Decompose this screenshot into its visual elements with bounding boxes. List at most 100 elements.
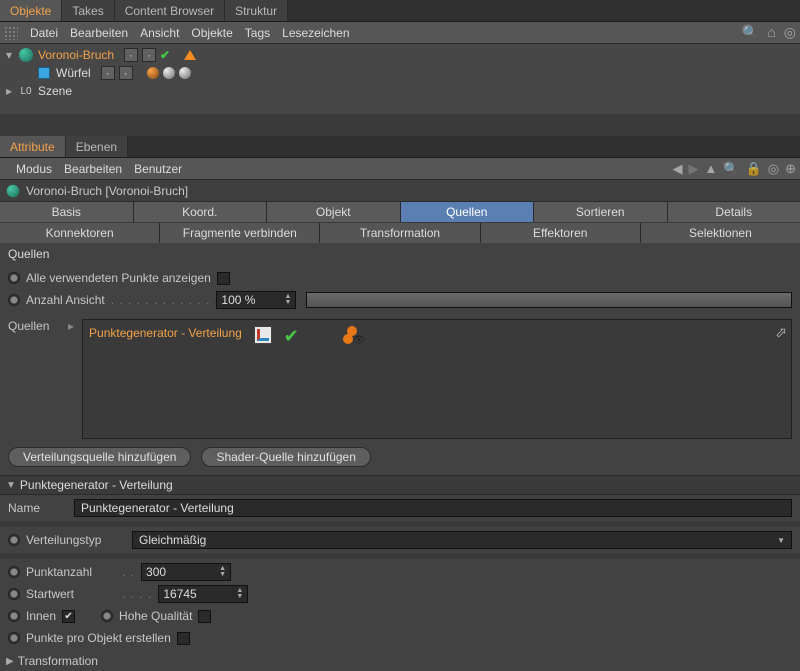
nav-back-icon[interactable]: ◀ <box>673 161 683 177</box>
radio-icon[interactable] <box>101 610 113 622</box>
tab-effektoren[interactable]: Effektoren <box>481 223 640 243</box>
name-input[interactable]: Punktegenerator - Verteilung <box>74 499 792 517</box>
source-enabled-icon[interactable]: ✔ <box>284 326 299 347</box>
radio-icon[interactable] <box>8 566 20 578</box>
radio-icon[interactable] <box>8 294 20 306</box>
menu-lesezeichen[interactable]: Lesezeichen <box>282 26 349 40</box>
pointcount-input[interactable]: 300 ▲▼ <box>141 563 231 581</box>
expand-icon[interactable]: ▾ <box>4 48 14 62</box>
menu-benutzer[interactable]: Benutzer <box>134 162 182 176</box>
inner-checkbox[interactable]: ✔ <box>62 610 75 623</box>
home-icon[interactable]: ⌂ <box>767 24 775 41</box>
disttype-value: Gleichmäßig <box>139 533 206 547</box>
show-all-points-checkbox[interactable] <box>217 272 230 285</box>
search2-icon[interactable]: 🔍 <box>723 161 739 177</box>
transformation-label: Transformation <box>18 654 98 668</box>
tab-quellen[interactable]: Quellen <box>401 202 534 222</box>
target-icon[interactable]: ◎ <box>768 161 779 177</box>
tab-takes[interactable]: Takes <box>62 0 114 21</box>
menu-bearbeiten[interactable]: Bearbeiten <box>70 26 128 40</box>
image-mode-icon[interactable] <box>254 326 272 344</box>
chevron-right-icon[interactable]: ▸ <box>68 319 74 439</box>
nav-up-icon[interactable]: ▲ <box>705 161 718 177</box>
layer-toggle-b[interactable]: · <box>119 66 133 80</box>
tab-details[interactable]: Details <box>668 202 800 222</box>
tab-ebenen[interactable]: Ebenen <box>66 136 128 157</box>
prop-ppo-row: Punkte pro Objekt erstellen <box>8 627 792 649</box>
hq-checkbox[interactable] <box>198 610 211 623</box>
name-label: Name <box>8 501 68 515</box>
search-icon[interactable]: 🔍 <box>742 24 759 41</box>
tree-row-voronoi[interactable]: ▾ Voronoi-Bruch · · ✔ <box>0 46 800 64</box>
layer-toggle-a[interactable]: · <box>124 48 138 62</box>
display-tag-icon[interactable] <box>184 50 196 60</box>
ppo-checkbox[interactable] <box>177 632 190 645</box>
source-pointgen-item[interactable]: Punktegenerator - Verteilung <box>89 326 242 340</box>
tree-row-szene[interactable]: ▸ L0 Szene <box>0 82 800 100</box>
tab-basis[interactable]: Basis <box>0 202 133 222</box>
radio-icon[interactable] <box>8 534 20 546</box>
sources-list[interactable]: Punktegenerator - Verteilung ✔ 👁 ⬀ <box>82 319 792 439</box>
tree-label: Szene <box>38 84 72 98</box>
tab-transformation[interactable]: Transformation <box>320 223 479 243</box>
tag-icon[interactable] <box>147 67 159 79</box>
tab-fragmente[interactable]: Fragmente verbinden <box>160 223 319 243</box>
prop-name-row: Name Punktegenerator - Verteilung <box>8 497 792 519</box>
enabled-check-icon[interactable]: ✔ <box>160 48 170 62</box>
lock-icon[interactable]: 🔒 <box>746 161 762 177</box>
take-icon: L0 <box>18 83 34 99</box>
cursor-icon: ⬀ <box>775 324 787 341</box>
new-icon[interactable]: ⊕ <box>785 161 796 177</box>
tree-label: Voronoi-Bruch <box>38 48 114 62</box>
menu-modus[interactable]: Modus <box>16 162 52 176</box>
count-view-input[interactable]: 100 % ▲▼ <box>216 291 296 309</box>
viewport-vis-icon[interactable]: 👁 <box>343 326 363 346</box>
transformation-section-header[interactable]: ▶ Transformation <box>0 651 800 671</box>
menu-tags[interactable]: Tags <box>245 26 270 40</box>
tab-objekte[interactable]: Objekte <box>0 0 62 21</box>
prop-count-view: Anzahl Ansicht . . . . . . . . . . . . 1… <box>8 289 792 311</box>
drag-handle-icon[interactable] <box>4 26 18 40</box>
pointgen-section-header[interactable]: ▼ Punktegenerator - Verteilung <box>0 475 800 495</box>
tab-struktur[interactable]: Struktur <box>225 0 288 21</box>
layer-toggle-a[interactable]: · <box>101 66 115 80</box>
prop-pointcount-row: Punktanzahl . . 300 ▲▼ <box>8 561 792 583</box>
expand-icon[interactable]: ▶ <box>6 656 14 667</box>
phong-tag-icon[interactable] <box>163 67 175 79</box>
expand-icon[interactable]: ▸ <box>4 84 14 98</box>
name-value: Punktegenerator - Verteilung <box>81 501 234 515</box>
nav-fwd-icon[interactable]: ▶ <box>689 161 699 177</box>
spinner-icon[interactable]: ▲▼ <box>284 294 291 306</box>
tab-content-browser[interactable]: Content Browser <box>115 0 225 21</box>
spinner-icon[interactable]: ▲▼ <box>236 588 243 600</box>
layer-toggle-b[interactable]: · <box>142 48 156 62</box>
tree-row-wuerfel[interactable]: Würfel · · <box>0 64 800 82</box>
menu-ansicht[interactable]: Ansicht <box>140 26 179 40</box>
tab-konnektoren[interactable]: Konnektoren <box>0 223 159 243</box>
tab-selektionen[interactable]: Selektionen <box>641 223 800 243</box>
menu-datei[interactable]: Datei <box>30 26 58 40</box>
radio-icon[interactable] <box>8 272 20 284</box>
spinner-icon[interactable]: ▲▼ <box>219 566 226 578</box>
attr-tab-row-2: Konnektoren Fragmente verbinden Transfor… <box>0 223 800 243</box>
tab-attribute[interactable]: Attribute <box>0 136 66 157</box>
menu-bearbeiten2[interactable]: Bearbeiten <box>64 162 122 176</box>
tab-objekt[interactable]: Objekt <box>267 202 400 222</box>
radio-icon[interactable] <box>8 588 20 600</box>
dots: . . . . <box>122 587 152 601</box>
seed-value: 16745 <box>163 587 196 601</box>
phong-tag2-icon[interactable] <box>179 67 191 79</box>
radio-icon[interactable] <box>8 632 20 644</box>
collapse-icon[interactable]: ▼ <box>6 480 16 491</box>
disttype-select[interactable]: Gleichmäßig ▼ <box>132 531 792 549</box>
tab-sortieren[interactable]: Sortieren <box>534 202 667 222</box>
function-icon[interactable]: ◎ <box>784 24 796 41</box>
radio-icon[interactable] <box>8 610 20 622</box>
add-distribution-source-button[interactable]: Verteilungsquelle hinzufügen <box>8 447 191 467</box>
prop-label: Anzahl Ansicht <box>26 293 105 307</box>
tab-koord[interactable]: Koord. <box>134 202 267 222</box>
count-view-slider[interactable] <box>306 292 792 308</box>
menu-objekte[interactable]: Objekte <box>191 26 232 40</box>
add-shader-source-button[interactable]: Shader-Quelle hinzufügen <box>201 447 370 467</box>
seed-input[interactable]: 16745 ▲▼ <box>158 585 248 603</box>
